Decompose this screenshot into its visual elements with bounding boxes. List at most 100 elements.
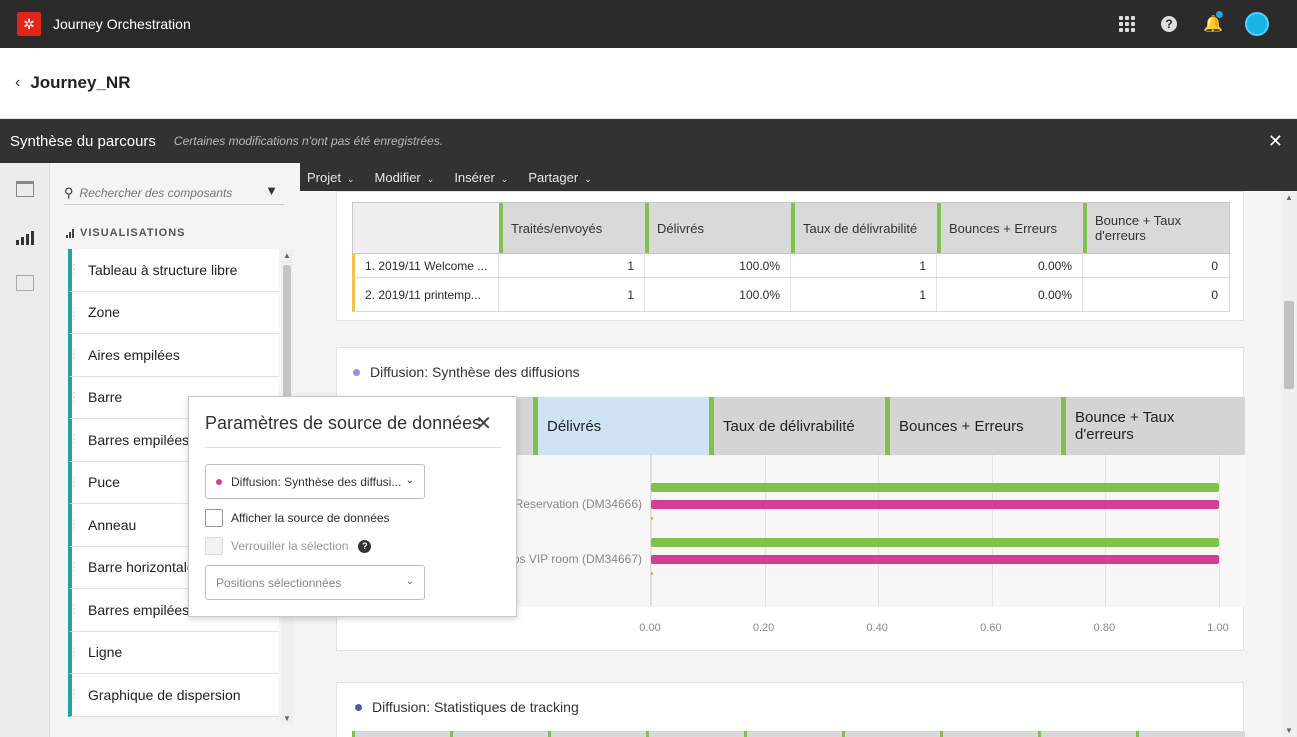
column-header[interactable] (646, 731, 744, 737)
column-header[interactable] (842, 731, 940, 737)
row-name: 1. 2019/11 Welcome ... (365, 258, 488, 273)
close-summary-icon[interactable]: ✕ (1268, 131, 1283, 152)
search-icon: ⚲ (64, 184, 74, 200)
column-header[interactable]: Bounce + Taux d'erreurs (1083, 203, 1229, 253)
list-item[interactable]: Ligne (68, 631, 279, 674)
column-header[interactable] (1038, 731, 1136, 737)
table-cell: 1 (790, 254, 936, 277)
card-title: Diffusion: Synthèse des diffusions (353, 364, 580, 380)
summary-title: Synthèse du parcours (10, 132, 156, 150)
search-input[interactable] (79, 185, 260, 200)
scroll-up-icon[interactable]: ▲ (1285, 193, 1293, 202)
chevron-down-icon: ⌄ (346, 173, 355, 184)
source-dot (216, 478, 222, 485)
column-header[interactable]: Bounces + Erreurs (885, 397, 1061, 455)
scroll-thumb[interactable] (1284, 301, 1294, 389)
user-avatar[interactable] (1245, 12, 1269, 36)
close-icon[interactable]: ✕ (475, 411, 492, 436)
app-title: Journey Orchestration (53, 16, 191, 32)
column-header[interactable] (1136, 731, 1234, 737)
table-cell: 0.00% (936, 278, 1082, 311)
chart-bar[interactable] (651, 572, 653, 575)
table-cell: 1 (498, 254, 644, 277)
column-header[interactable] (450, 731, 548, 737)
list-item[interactable]: Aires empilées (68, 334, 279, 377)
top-bar: ✲ Journey Orchestration ? 🔔 (0, 0, 1297, 48)
column-header[interactable]: Délivrés (533, 397, 709, 455)
visualizations-icon[interactable] (16, 229, 34, 245)
column-header[interactable]: Taux de délivrabilité (709, 397, 885, 455)
chevron-down-icon: ⌄ (426, 173, 435, 184)
table-cell: 0.00% (936, 254, 1082, 277)
menu-modifier[interactable]: Modifier ⌄ (375, 170, 435, 185)
workspace-scrollbar[interactable]: ▲ ▼ (1281, 191, 1297, 737)
positions-select[interactable]: Positions sélectionnées ⌄ (205, 565, 425, 600)
scroll-down-icon[interactable]: ▼ (1285, 726, 1293, 735)
left-rail (0, 163, 50, 737)
workspace-menu: Projet ⌄ Modifier ⌄ Insérer ⌄ Partager ⌄ (300, 163, 1297, 191)
column-header[interactable]: Bounces + Erreurs (937, 203, 1083, 253)
back-chevron-icon[interactable]: ‹ (15, 74, 20, 92)
info-icon[interactable]: ? (358, 539, 372, 553)
popover-title: Paramètres de source de données (205, 413, 482, 433)
column-header[interactable] (940, 731, 1038, 737)
filter-icon[interactable]: ▼ (265, 183, 278, 198)
card-title-text: Diffusion: Statistiques de tracking (372, 699, 579, 715)
chart-bar[interactable] (651, 555, 1219, 564)
freeform-table: Traités/envoyés Délivrés Taux de délivra… (352, 202, 1230, 312)
gridline (878, 455, 880, 607)
menu-inserer[interactable]: Insérer ⌄ (454, 170, 508, 185)
adobe-logo-icon[interactable]: ✲ (17, 12, 41, 36)
column-header[interactable] (548, 731, 646, 737)
x-tick-label: 0.20 (752, 622, 775, 634)
notification-dot (1216, 11, 1223, 18)
chart-bar[interactable] (651, 517, 653, 520)
journey-header: ‹ Journey_NR (0, 48, 1297, 119)
column-header[interactable] (352, 731, 450, 737)
table-row[interactable]: 1. 2019/11 Welcome ... 1 100.0% 1 0.00% … (352, 254, 1230, 278)
column-header[interactable]: Délivrés (645, 203, 791, 253)
select-placeholder: Positions sélectionnées (216, 575, 342, 590)
gridline (991, 455, 993, 607)
notification-bell-icon[interactable]: 🔔 (1203, 11, 1223, 34)
source-dot (353, 368, 360, 376)
list-item[interactable]: Graphique de dispersion (68, 674, 279, 717)
table-cell: 100.0% (644, 278, 790, 311)
x-tick-label: 0.00 (639, 622, 661, 634)
x-tick-label: 0.60 (980, 622, 1002, 634)
list-item[interactable]: Tableau à structure libre (68, 249, 279, 292)
data-source-select[interactable]: Diffusion: Synthèse des diffusi... ⌄ (205, 464, 425, 499)
column-header[interactable]: Bounce + Taux d'erreurs (1061, 397, 1237, 455)
scroll-down-icon[interactable]: ▼ (283, 714, 291, 723)
list-item[interactable]: Zone (68, 291, 279, 334)
show-source-row: Afficher la source de données (205, 509, 390, 527)
chart-bar[interactable] (651, 500, 1219, 509)
scroll-up-icon[interactable]: ▲ (283, 251, 291, 260)
tracking-stats-card: Diffusion: Statistiques de tracking (336, 682, 1245, 737)
checkbox-label: Afficher la source de données (231, 511, 390, 525)
gridline (1219, 455, 1220, 607)
column-header[interactable] (744, 731, 842, 737)
gridline (1105, 455, 1107, 607)
table-cell: 1 (790, 278, 936, 311)
section-title: VISUALISATIONS (80, 227, 186, 239)
help-icon[interactable]: ? (1161, 16, 1177, 32)
column-header[interactable]: Taux de délivrabilité (791, 203, 937, 253)
app-switcher-icon[interactable] (1119, 16, 1135, 32)
column-header[interactable]: Traités/envoyés (499, 203, 645, 253)
chart-bar[interactable] (651, 483, 1219, 492)
divider (205, 447, 501, 448)
panels-icon[interactable] (16, 181, 34, 197)
menu-partager[interactable]: Partager ⌄ (528, 170, 591, 185)
bar-chart-icon (66, 228, 74, 238)
show-source-checkbox[interactable] (205, 509, 223, 527)
chart-bar[interactable] (651, 538, 1219, 547)
visualizations-header: VISUALISATIONS (66, 227, 185, 239)
x-tick-label: 0.80 (1093, 622, 1116, 634)
table-cell: 100.0% (644, 254, 790, 277)
table-row[interactable]: 2. 2019/11 printemp... 1 100.0% 1 0.00% … (352, 278, 1230, 312)
checkbox-label: Verrouiller la sélection (231, 539, 349, 553)
lock-selection-checkbox[interactable] (205, 537, 223, 555)
components-icon[interactable] (16, 275, 34, 291)
menu-projet[interactable]: Projet ⌄ (307, 170, 355, 185)
